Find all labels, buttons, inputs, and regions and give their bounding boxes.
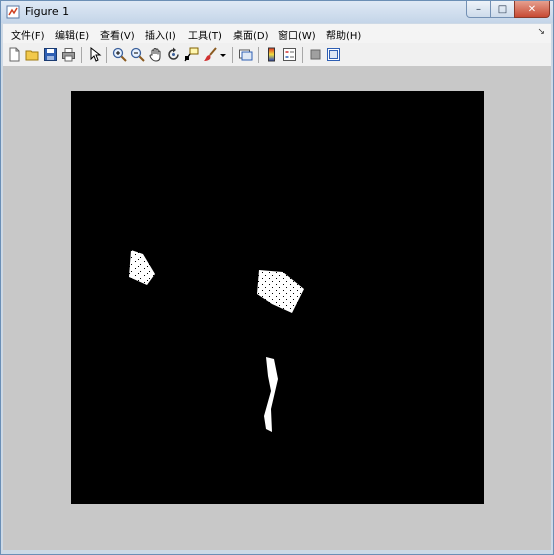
save-icon[interactable]	[43, 47, 58, 62]
menu-bar: 文件(F) 编辑(E) 查看(V) 插入(I) 工具(T) 桌面(D) 窗口(W…	[3, 24, 551, 43]
menu-insert[interactable]: 插入(I)	[145, 27, 176, 42]
show-plot-tools-icon[interactable]	[326, 47, 341, 62]
white-region-left	[129, 250, 155, 285]
menu-desktop[interactable]: 桌面(D)	[233, 27, 269, 42]
rotate-3d-icon[interactable]	[166, 47, 181, 62]
colorbar-icon[interactable]	[264, 47, 279, 62]
menu-help[interactable]: 帮助(H)	[326, 27, 361, 42]
print-icon[interactable]	[61, 47, 76, 62]
toolbar-separator	[106, 47, 107, 63]
window-title: Figure 1	[25, 5, 70, 18]
link-plot-icon[interactable]	[238, 47, 253, 62]
open-file-icon[interactable]	[25, 47, 40, 62]
binary-image	[129, 250, 304, 432]
toolbar-separator	[258, 47, 259, 63]
legend-icon[interactable]	[282, 47, 297, 62]
figure-canvas	[3, 67, 551, 550]
figure-window: Figure 1 – □ ✕ 文件(F) 编辑(E) 查看(V) 插入(I) 工…	[0, 0, 554, 555]
hide-plot-tools-icon[interactable]	[308, 47, 323, 62]
data-cursor-icon[interactable]	[184, 47, 199, 62]
menu-tools[interactable]: 工具(T)	[188, 27, 222, 42]
minimize-icon: –	[476, 3, 481, 15]
edit-plot-arrow-icon[interactable]	[87, 47, 102, 62]
figure-toolbar	[3, 43, 551, 67]
menu-overflow-icon[interactable]: ↘	[537, 27, 545, 37]
pan-hand-icon[interactable]	[148, 47, 163, 62]
menu-window[interactable]: 窗口(W)	[278, 27, 316, 42]
zoom-in-icon[interactable]	[112, 47, 127, 62]
zoom-out-icon[interactable]	[130, 47, 145, 62]
menu-view[interactable]: 查看(V)	[100, 27, 135, 42]
toolbar-separator	[302, 47, 303, 63]
title-bar[interactable]: Figure 1 – □ ✕	[1, 1, 553, 23]
brush-dropdown-icon[interactable]	[219, 47, 227, 62]
matlab-figure-icon	[6, 5, 20, 19]
minimize-button[interactable]: –	[466, 1, 491, 18]
close-icon: ✕	[527, 3, 537, 15]
toolbar-separator	[232, 47, 233, 63]
maximize-button[interactable]: □	[490, 1, 515, 18]
image-axes[interactable]	[71, 91, 484, 504]
menu-edit[interactable]: 编辑(E)	[55, 27, 89, 42]
white-region-center	[257, 270, 304, 313]
toolbar-separator	[81, 47, 82, 63]
close-button[interactable]: ✕	[514, 1, 550, 18]
maximize-icon: □	[497, 3, 508, 15]
white-region-bottom	[264, 357, 278, 432]
brush-icon[interactable]	[203, 47, 218, 62]
menu-file[interactable]: 文件(F)	[11, 27, 45, 42]
new-figure-icon[interactable]	[7, 47, 22, 62]
